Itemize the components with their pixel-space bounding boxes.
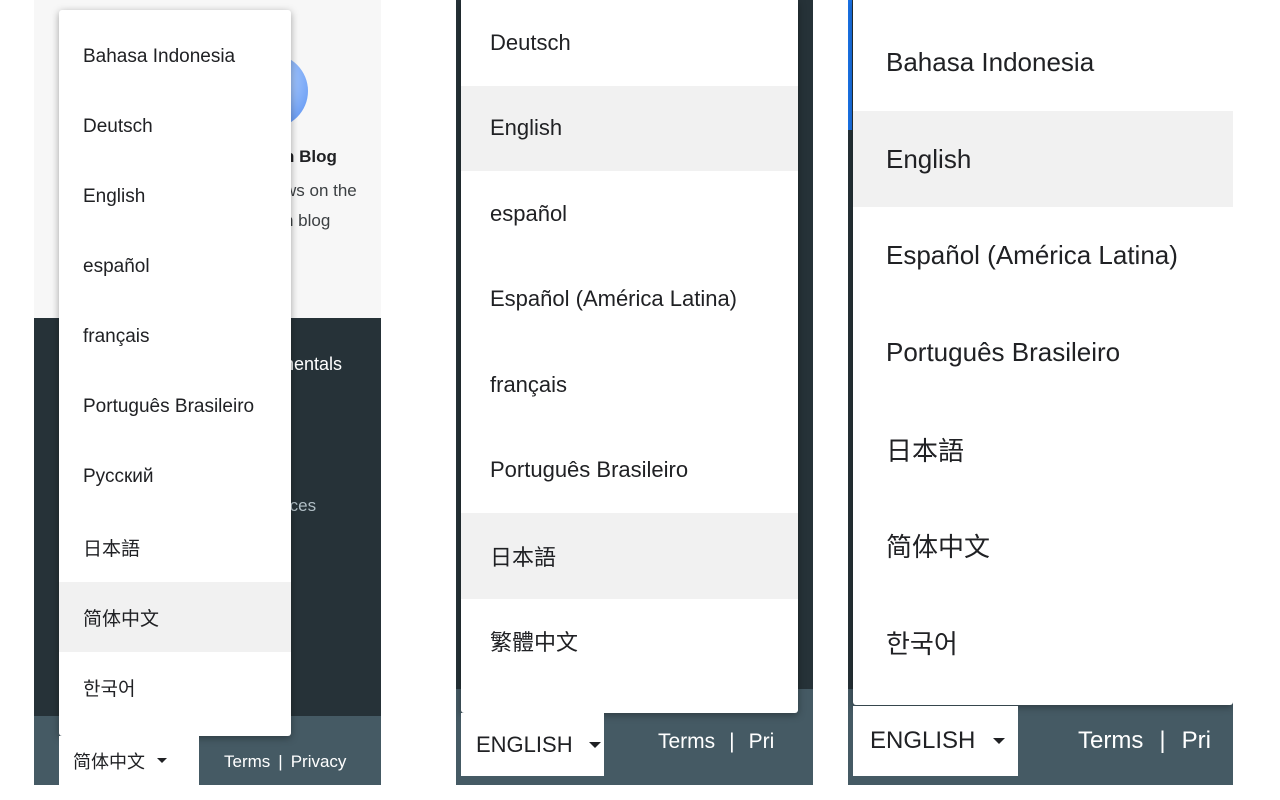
language-option[interactable]: Bahasa Indonesia <box>59 22 291 92</box>
language-option[interactable]: Deutsch <box>461 0 798 86</box>
footer-fundamentals-link[interactable]: nentals <box>284 354 342 375</box>
screenshot-panel-3: Bahasa Indonesia English Español (Améric… <box>848 0 1233 785</box>
language-option[interactable]: 繁體中文 <box>461 599 798 685</box>
language-option-highlighted[interactable]: 简体中文 <box>59 582 291 652</box>
screenshot-panel-1: n Blog ws on the n blog nentals rces Bah… <box>34 0 381 785</box>
language-option[interactable]: Português Brasileiro <box>461 428 798 514</box>
language-option[interactable]: Deutsch <box>59 92 291 162</box>
language-option-highlighted[interactable]: English <box>461 85 798 171</box>
blog-description-line: n blog <box>284 211 331 230</box>
language-option[interactable]: Español (América Latina) <box>853 207 1233 304</box>
language-option[interactable]: English <box>59 162 291 232</box>
language-dropdown-menu: Bahasa Indonesia English Español (Améric… <box>853 0 1233 705</box>
language-option[interactable]: Русский <box>59 442 291 512</box>
screenshot-panel-2: Deutsch English español Español (América… <box>456 0 813 785</box>
language-selector-label: ENGLISH <box>476 731 573 757</box>
language-option[interactable]: 日本語 <box>853 401 1233 498</box>
language-selector-button[interactable]: 简体中文 <box>59 736 199 785</box>
terms-link[interactable]: Terms <box>658 730 715 753</box>
language-selector-label: 简体中文 <box>73 751 145 772</box>
caret-down-icon <box>993 738 1006 744</box>
language-option[interactable]: 简体中文 <box>853 497 1233 594</box>
language-option[interactable]: français <box>461 342 798 428</box>
language-option-highlighted[interactable]: English <box>853 110 1233 208</box>
language-option[interactable]: Português Brasileiro <box>853 304 1233 401</box>
language-option[interactable]: Español (América Latina) <box>461 257 798 343</box>
language-selector-button[interactable]: ENGLISH <box>853 706 1018 776</box>
link-separator: | <box>729 730 735 753</box>
link-separator: | <box>278 752 283 771</box>
footer-links: Terms | Privacy <box>224 752 346 772</box>
language-selector-button[interactable]: ENGLISH <box>461 713 604 776</box>
language-option[interactable]: 日本語 <box>59 512 291 582</box>
blog-description: ws on the n blog <box>284 176 357 236</box>
blog-description-line: ws on the <box>284 181 357 200</box>
language-option[interactable]: Bahasa Indonesia <box>853 14 1233 111</box>
privacy-link[interactable]: Pri <box>1182 727 1211 754</box>
language-option[interactable]: français <box>59 302 291 372</box>
link-separator: | <box>1159 727 1166 754</box>
caret-down-icon <box>157 758 167 763</box>
accent-stripe <box>848 0 852 130</box>
language-option[interactable]: Português Brasileiro <box>59 372 291 442</box>
terms-link[interactable]: Terms <box>1078 727 1143 754</box>
language-dropdown-menu: Bahasa Indonesia Deutsch English español… <box>59 10 291 736</box>
language-dropdown-menu: Deutsch English español Español (América… <box>461 0 798 713</box>
terms-link[interactable]: Terms <box>224 752 270 771</box>
language-option[interactable]: 한국어 <box>853 594 1233 691</box>
language-option-highlighted[interactable]: 日本語 <box>461 513 798 599</box>
language-option[interactable]: español <box>461 171 798 257</box>
language-selector-label: ENGLISH <box>870 727 976 754</box>
caret-down-icon <box>588 741 601 748</box>
footer-links: Terms | Pri <box>658 730 774 754</box>
footer-links: Terms | Pri <box>1078 727 1211 755</box>
language-option[interactable]: español <box>59 232 291 302</box>
blog-title: n Blog <box>284 147 337 166</box>
privacy-link[interactable]: Pri <box>749 730 775 753</box>
privacy-link[interactable]: Privacy <box>291 752 347 771</box>
language-menu-items: Bahasa Indonesia Deutsch English español… <box>59 10 291 722</box>
language-menu-items: Bahasa Indonesia English Español (Améric… <box>853 0 1233 691</box>
language-option[interactable]: 한국어 <box>59 652 291 722</box>
